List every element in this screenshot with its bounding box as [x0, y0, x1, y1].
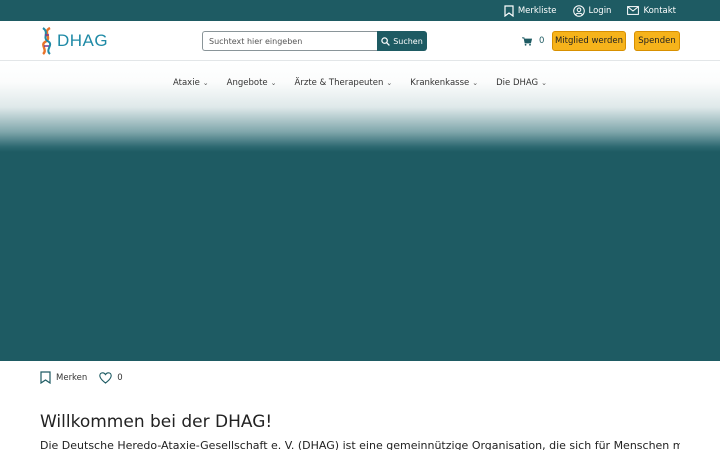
page-title: Willkommen bei der DHAG!	[40, 412, 273, 432]
like-count: 0	[117, 372, 123, 383]
bookmark-icon	[40, 371, 51, 384]
donate-button[interactable]: Spenden	[634, 31, 680, 51]
login-link[interactable]: Login	[572, 4, 612, 17]
chevron-down-icon: ⌄	[472, 79, 479, 87]
nav-item-angebote[interactable]: Angebote ⌄	[227, 78, 277, 88]
chevron-down-icon: ⌄	[386, 79, 393, 87]
user-icon	[572, 4, 585, 17]
become-member-button[interactable]: Mitglied werden	[552, 31, 626, 51]
nav-item-label: Die DHAG	[496, 78, 539, 88]
intro-paragraph: Die Deutsche Heredo-Ataxie-Gesellschaft …	[40, 439, 680, 450]
nav-item-krankenkasse[interactable]: Krankenkasse ⌄	[410, 78, 478, 88]
logo-text: DHAG	[57, 31, 109, 50]
bookmarks-link[interactable]: Merkliste	[504, 4, 557, 17]
nav-item-ataxie[interactable]: Ataxie ⌄	[173, 78, 209, 88]
logo[interactable]: DHAG	[39, 26, 108, 56]
bookmark-button[interactable]: Merken	[40, 371, 87, 384]
cart-link[interactable]: 0	[522, 36, 544, 46]
magnifier-icon	[381, 36, 391, 46]
bookmark-label: Merken	[56, 372, 88, 383]
contact-link[interactable]: Kontakt	[627, 6, 676, 16]
hero-banner	[0, 62, 720, 361]
site-header: DHAG Suchen 0 Mitglied werden Spenden	[0, 21, 720, 61]
cart-icon	[522, 36, 532, 46]
nav-item-label: Ataxie	[172, 78, 200, 88]
search-button-label: Suchen	[393, 36, 423, 46]
chevron-down-icon: ⌄	[270, 79, 277, 87]
top-utility-bar: Merkliste Login Kontakt	[0, 0, 720, 21]
nav-item-label: Ärzte & Therapeuten	[294, 78, 384, 88]
search-button[interactable]: Suchen	[377, 31, 427, 51]
nav-item-aerzte-therapeuten[interactable]: Ärzte & Therapeuten ⌄	[295, 78, 393, 88]
like-button[interactable]: 0	[99, 371, 123, 384]
page-actions: Merken 0	[40, 371, 123, 384]
chevron-down-icon: ⌄	[202, 79, 209, 87]
contact-label: Kontakt	[643, 5, 676, 16]
bookmarks-label: Merkliste	[517, 5, 557, 16]
search-input[interactable]	[202, 31, 377, 51]
chevron-down-icon: ⌄	[541, 79, 548, 87]
nav-item-die-dhag[interactable]: Die DHAG ⌄	[496, 78, 547, 88]
logo-mark-icon	[42, 26, 52, 55]
bookmark-icon	[504, 4, 514, 17]
search-bar: Suchen	[202, 31, 427, 51]
nav-item-label: Angebote	[226, 78, 268, 88]
main-navigation: Ataxie ⌄ Angebote ⌄ Ärzte & Therapeuten …	[0, 62, 720, 104]
mail-icon	[627, 6, 640, 15]
login-label: Login	[588, 5, 612, 16]
heart-icon	[99, 371, 113, 384]
cart-count: 0	[539, 36, 545, 46]
nav-item-label: Krankenkasse	[410, 78, 470, 88]
